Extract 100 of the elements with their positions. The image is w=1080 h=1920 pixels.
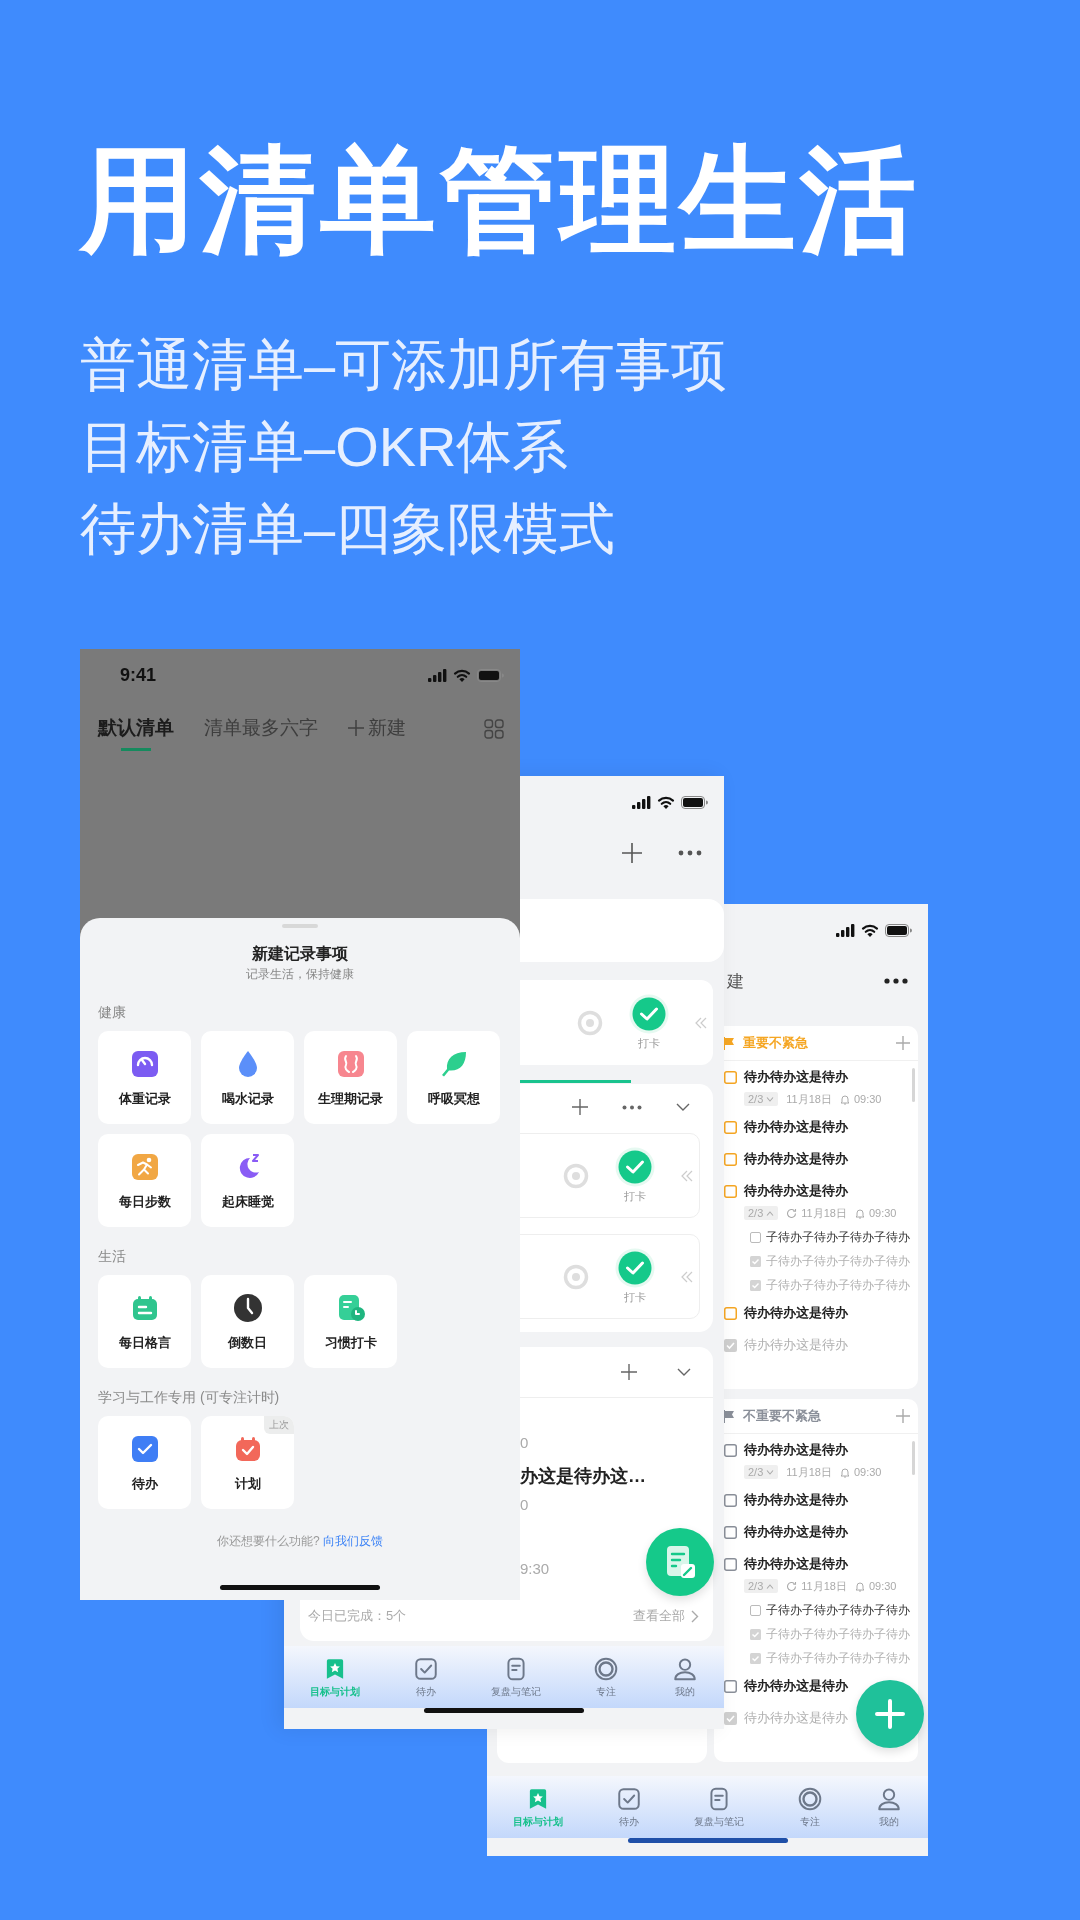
check-circle-icon: [615, 1147, 655, 1187]
scroll-thumb: [912, 1068, 915, 1102]
tagline: 待办清单–四象限模式: [80, 496, 616, 562]
add-icon[interactable]: [572, 1099, 588, 1115]
battery-icon: [477, 668, 504, 682]
checkbox[interactable]: [750, 1255, 761, 1267]
more-icon[interactable]: [678, 850, 702, 856]
record-type-tile[interactable]: 起床睡觉: [201, 1134, 294, 1227]
record-type-tile[interactable]: 每日步数: [98, 1134, 191, 1227]
status-time: 9:41: [120, 664, 157, 686]
focus-icon[interactable]: [563, 1162, 589, 1189]
new-list-tab[interactable]: 建: [727, 969, 744, 993]
record-type-tile[interactable]: 习惯打卡: [304, 1275, 397, 1368]
record-type-tile[interactable]: 倒数日: [201, 1275, 294, 1368]
focus-icon[interactable]: [577, 1009, 603, 1036]
reminder-time: 09:30: [853, 1466, 882, 1478]
section-title: 健康: [98, 1003, 127, 1021]
checkin-button[interactable]: 打卡: [615, 1248, 655, 1305]
subtask-title: 子待办子待办子待办子待办: [766, 1276, 910, 1294]
checkbox[interactable]: [724, 1152, 737, 1166]
checkbox[interactable]: [750, 1628, 761, 1640]
check-circle-icon: [629, 994, 669, 1034]
record-type-tile[interactable]: 每日格言: [98, 1275, 191, 1368]
view-all-link[interactable]: 查看全部: [633, 1607, 699, 1625]
battery-icon: [681, 795, 708, 809]
task-title: 待办待办这是待办: [744, 1709, 848, 1727]
record-type-tile[interactable]: 体重记录: [98, 1031, 191, 1124]
record-type-tile[interactable]: 喝水记录: [201, 1031, 294, 1124]
double-chevron-icon[interactable]: [681, 1169, 693, 1182]
tab-bar-item[interactable]: 我的: [671, 1655, 698, 1699]
task-title: 待办待办这是待办: [744, 1182, 848, 1200]
checkbox[interactable]: [724, 1070, 737, 1084]
headline: 用清单管理生活: [77, 134, 920, 267]
subtask-count-toggle[interactable]: 2/3: [744, 1579, 779, 1593]
wifi-icon: [453, 668, 471, 682]
checkbox[interactable]: [750, 1279, 761, 1291]
record-type-tile[interactable]: 待办: [98, 1416, 191, 1509]
reminder-time: 09:30: [868, 1580, 897, 1592]
more-icon[interactable]: [884, 978, 908, 984]
checkbox[interactable]: [724, 1711, 737, 1725]
subtask-count-toggle[interactable]: 2/3: [744, 1206, 779, 1220]
todo-meta: 0: [520, 1433, 529, 1453]
checkin-button[interactable]: 打卡: [615, 1147, 655, 1204]
record-type-tile[interactable]: 生理期记录: [304, 1031, 397, 1124]
checkbox-icon: [412, 1655, 439, 1682]
checkbox[interactable]: [724, 1184, 737, 1198]
checkbox[interactable]: [724, 1493, 737, 1507]
checkbox[interactable]: [724, 1443, 737, 1457]
task-title: 待办待办这是待办: [744, 1523, 848, 1541]
clock-icon: [231, 1291, 264, 1324]
wifi-icon: [657, 795, 675, 809]
double-chevron-icon[interactable]: [681, 1270, 693, 1283]
checkbox[interactable]: [724, 1306, 737, 1320]
chevron-down-icon[interactable]: [677, 1368, 691, 1376]
new-list-button[interactable]: 新建: [348, 707, 406, 751]
add-icon[interactable]: [621, 1364, 637, 1380]
tab-bar-item[interactable]: 专注: [797, 1785, 824, 1829]
feedback-prompt: 你还想要什么功能? 向我们反馈: [216, 1533, 384, 1550]
focus-icon[interactable]: [563, 1263, 589, 1290]
add-icon[interactable]: [896, 1409, 910, 1423]
todo-meta: 9:30: [520, 1559, 550, 1579]
due-date: 11月18日: [801, 1205, 847, 1221]
subtask-title: 子待办子待办子待办子待办: [766, 1601, 910, 1619]
checkbox[interactable]: [724, 1338, 737, 1352]
add-icon[interactable]: [622, 843, 642, 863]
tab-bar-item[interactable]: 我的: [875, 1785, 902, 1829]
checkbox[interactable]: [724, 1525, 737, 1539]
checkbox[interactable]: [750, 1231, 761, 1243]
task-title: 待办待办这是待办: [744, 1677, 848, 1695]
checkbox[interactable]: [750, 1652, 761, 1664]
subtask-count-toggle[interactable]: 2/3: [744, 1465, 779, 1479]
tab-bar-item[interactable]: 待办: [615, 1785, 642, 1829]
reminder-time: 09:30: [868, 1207, 897, 1219]
tab-bar-item[interactable]: 专注: [593, 1655, 620, 1699]
signal-icon: [632, 795, 651, 809]
task-title: 待办待办这是待办: [744, 1491, 848, 1509]
record-type-tile[interactable]: 呼吸冥想: [407, 1031, 500, 1124]
add-icon[interactable]: [896, 1036, 910, 1050]
tab-bar-item[interactable]: 待办: [412, 1655, 439, 1699]
tab-bar-item[interactable]: 复盘与笔记: [694, 1785, 745, 1829]
bell-icon: [839, 1466, 850, 1478]
task-title: 待办待办这是待办: [744, 1441, 848, 1459]
checkbox[interactable]: [724, 1557, 737, 1571]
task-title: 待办待办这是待办: [744, 1555, 848, 1573]
checkin-button[interactable]: 打卡: [629, 994, 669, 1051]
checkbox[interactable]: [724, 1120, 737, 1134]
subtask-title: 子待办子待办子待办子待办: [766, 1252, 910, 1270]
grid-icon[interactable]: [484, 719, 504, 739]
checkbox[interactable]: [750, 1604, 761, 1616]
task-title: 待办待办这是待办: [744, 1068, 848, 1086]
plus-icon: [348, 720, 364, 736]
chevron-down-icon[interactable]: [676, 1103, 690, 1111]
subtask-count-toggle[interactable]: 2/3: [744, 1092, 779, 1106]
tab-bar-item[interactable]: 复盘与笔记: [490, 1655, 541, 1699]
feedback-link[interactable]: 向我们反馈: [323, 1534, 383, 1548]
signal-icon: [428, 668, 447, 682]
checkbox[interactable]: [724, 1679, 737, 1693]
quadrant-title: 重要不紧急: [743, 1034, 808, 1052]
double-chevron-icon[interactable]: [695, 1016, 707, 1029]
list-tab[interactable]: 清单最多六字: [204, 707, 318, 751]
